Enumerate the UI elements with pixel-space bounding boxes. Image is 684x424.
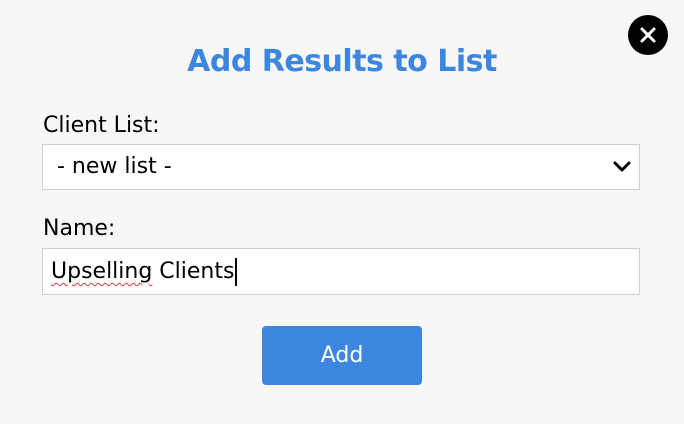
add-results-dialog: Add Results to List Client List: - new l… [0,0,684,424]
name-label: Name: [43,216,116,241]
name-input[interactable]: Upselling Clients [42,248,640,295]
text-caret [235,258,238,286]
name-input-rest: Clients [152,259,235,284]
client-list-label: Client List: [43,113,160,138]
chevron-down-icon [613,161,631,172]
client-list-select[interactable]: - new list - [42,144,640,190]
client-list-selected-value: - new list - [57,154,172,179]
add-button[interactable]: Add [262,326,422,385]
close-icon [640,27,656,43]
dialog-title: Add Results to List [187,44,497,79]
name-input-value: Upselling Clients [51,258,238,286]
misspelled-word: Upselling [51,259,153,284]
